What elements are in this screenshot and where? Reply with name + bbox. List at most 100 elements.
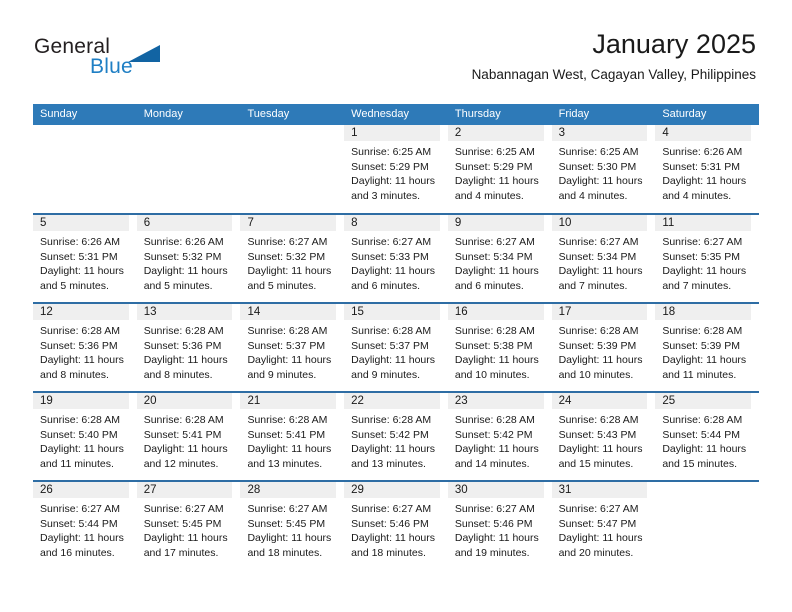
sunrise-text: Sunrise: 6:28 AM bbox=[351, 414, 432, 426]
sunrise-text: Sunrise: 6:27 AM bbox=[143, 503, 224, 515]
day-sun-info: Sunrise: 6:28 AM Sunset: 5:38 PM Daylight:… bbox=[448, 320, 548, 382]
calendar-week-row: 5 Sunrise: 6:26 AM Sunset: 5:31 PM Daylight… bbox=[33, 213, 759, 302]
day-number: 18 bbox=[662, 306, 676, 318]
day-number-band bbox=[447, 125, 544, 141]
sunrise-text: Sunrise: 6:27 AM bbox=[247, 503, 328, 515]
daylight-text-line2: and 18 minutes. bbox=[351, 546, 426, 559]
daylight-text-line2: and 11 minutes. bbox=[662, 368, 737, 381]
day-number: 17 bbox=[558, 306, 572, 318]
day-number: 6 bbox=[143, 217, 151, 229]
calendar-grid: Sunday Monday Tuesday Wednesday Thursday Frid… bbox=[33, 104, 759, 569]
day-sun-info: Sunrise: 6:27 AM Sunset: 5:33 PM Daylight:… bbox=[344, 231, 444, 293]
weekday-header-row: Sunday Monday Tuesday Wednesday Thursday Frid… bbox=[33, 104, 759, 125]
sunset-text: Sunset: 5:36 PM bbox=[143, 339, 222, 352]
calendar-day-cell[interactable]: 23 Sunrise: 6:28 AM Sunset: 5:42 PM Dayligh… bbox=[447, 393, 552, 480]
calendar-day-cell[interactable]: 31 Sunrise: 6:27 AM Sunset: 5:47 PM Dayligh… bbox=[551, 482, 656, 569]
day-sun-info: Sunrise: 6:27 AM Sunset: 5:34 PM Daylight:… bbox=[552, 231, 652, 293]
day-number-band bbox=[240, 215, 337, 231]
calendar-day-cell[interactable]: 24 Sunrise: 6:28 AM Sunset: 5:43 PM Dayligh… bbox=[551, 393, 656, 480]
day-number: 2 bbox=[454, 127, 462, 139]
day-number: 23 bbox=[454, 395, 468, 407]
daylight-text-line1: Daylight: 11 hours bbox=[351, 265, 436, 278]
day-sun-info: Sunrise: 6:27 AM Sunset: 5:46 PM Daylight:… bbox=[344, 498, 444, 560]
sunset-text: Sunset: 5:33 PM bbox=[351, 250, 429, 263]
calendar-day-cell[interactable]: 2 Sunrise: 6:25 AM Sunset: 5:29 PM Daylight… bbox=[447, 125, 552, 213]
daylight-text-line1: Daylight: 11 hours bbox=[143, 265, 228, 278]
calendar-day-cell[interactable]: 10 Sunrise: 6:27 AM Sunset: 5:34 PM Dayligh… bbox=[551, 215, 656, 302]
daylight-text-line1: Daylight: 11 hours bbox=[351, 532, 436, 545]
daylight-text-line1: Daylight: 11 hours bbox=[558, 175, 643, 188]
sunset-text: Sunset: 5:30 PM bbox=[558, 160, 637, 173]
daylight-text-line1: Daylight: 11 hours bbox=[454, 265, 539, 278]
calendar-day-cell[interactable]: 15 Sunrise: 6:28 AM Sunset: 5:37 PM Dayligh… bbox=[344, 304, 448, 391]
daylight-text-line2: and 6 minutes. bbox=[454, 279, 524, 292]
calendar-day-cell[interactable]: 25 Sunrise: 6:28 AM Sunset: 5:44 PM Dayligh… bbox=[655, 393, 759, 480]
day-number-band bbox=[33, 125, 129, 141]
calendar-day-cell[interactable]: 9 Sunrise: 6:27 AM Sunset: 5:34 PM Daylight… bbox=[447, 215, 552, 302]
calendar-day-cell[interactable]: 1 Sunrise: 6:25 AM Sunset: 5:29 PM Daylight… bbox=[344, 125, 448, 213]
calendar-day-cell[interactable]: 6 Sunrise: 6:26 AM Sunset: 5:32 PM Daylight… bbox=[136, 215, 241, 302]
calendar-day-cell[interactable]: 13 Sunrise: 6:28 AM Sunset: 5:36 PM Dayligh… bbox=[136, 304, 241, 391]
day-number: 15 bbox=[351, 306, 364, 318]
calendar-day-cell[interactable]: 8 Sunrise: 6:27 AM Sunset: 5:33 PM Daylight… bbox=[344, 215, 448, 302]
calendar-day-cell[interactable]: 27 Sunrise: 6:27 AM Sunset: 5:45 PM Dayligh… bbox=[136, 482, 241, 569]
sunrise-text: Sunrise: 6:28 AM bbox=[247, 414, 328, 426]
sunrise-text: Sunrise: 6:28 AM bbox=[454, 414, 535, 426]
sunrise-text: Sunrise: 6:26 AM bbox=[40, 236, 120, 248]
calendar-day-cell[interactable]: 17 Sunrise: 6:28 AM Sunset: 5:39 PM Dayligh… bbox=[551, 304, 656, 391]
day-number-band bbox=[655, 482, 751, 498]
sunset-text: Sunset: 5:35 PM bbox=[662, 250, 740, 263]
calendar-day-cell[interactable]: 26 Sunrise: 6:27 AM Sunset: 5:44 PM Dayligh… bbox=[33, 482, 137, 569]
day-number: 9 bbox=[454, 217, 462, 229]
sunset-text: Sunset: 5:31 PM bbox=[662, 160, 740, 173]
daylight-text-line1: Daylight: 11 hours bbox=[662, 175, 747, 188]
daylight-text-line2: and 13 minutes. bbox=[351, 457, 426, 470]
calendar-week-row: 19 Sunrise: 6:28 AM Sunset: 5:40 PM Dayligh… bbox=[33, 391, 759, 480]
day-number: 7 bbox=[247, 217, 254, 229]
sunrise-text: Sunrise: 6:28 AM bbox=[40, 325, 120, 337]
sunset-text: Sunset: 5:36 PM bbox=[40, 339, 118, 352]
calendar-day-cell[interactable]: 28 Sunrise: 6:27 AM Sunset: 5:45 PM Dayligh… bbox=[240, 482, 344, 569]
daylight-text-line1: Daylight: 11 hours bbox=[247, 354, 332, 367]
sunrise-text: Sunrise: 6:28 AM bbox=[454, 325, 535, 337]
day-sun-info: Sunrise: 6:28 AM Sunset: 5:39 PM Daylight:… bbox=[552, 320, 652, 382]
calendar-day-cell[interactable]: 20 Sunrise: 6:28 AM Sunset: 5:41 PM Dayligh… bbox=[136, 393, 241, 480]
sunset-text: Sunset: 5:43 PM bbox=[558, 428, 637, 441]
calendar-day-cell[interactable]: 19 Sunrise: 6:28 AM Sunset: 5:40 PM Dayligh… bbox=[33, 393, 137, 480]
day-number: 11 bbox=[662, 217, 675, 229]
daylight-text-line1: Daylight: 11 hours bbox=[454, 532, 539, 545]
calendar-day-cell[interactable]: 5 Sunrise: 6:26 AM Sunset: 5:31 PM Daylight… bbox=[33, 215, 137, 302]
day-number: 26 bbox=[40, 484, 53, 496]
weekday-header-tuesday: Tuesday bbox=[247, 108, 290, 120]
calendar-day-cell[interactable]: 30 Sunrise: 6:27 AM Sunset: 5:46 PM Dayligh… bbox=[447, 482, 552, 569]
day-sun-info: Sunrise: 6:28 AM Sunset: 5:42 PM Daylight:… bbox=[344, 409, 444, 471]
calendar-day-cell[interactable]: 14 Sunrise: 6:28 AM Sunset: 5:37 PM Dayligh… bbox=[240, 304, 344, 391]
daylight-text-line2: and 14 minutes. bbox=[454, 457, 530, 470]
sunrise-text: Sunrise: 6:27 AM bbox=[558, 236, 639, 248]
sunrise-text: Sunrise: 6:28 AM bbox=[351, 325, 432, 337]
calendar-day-cell[interactable]: 29 Sunrise: 6:27 AM Sunset: 5:46 PM Dayligh… bbox=[344, 482, 448, 569]
sunrise-text: Sunrise: 6:28 AM bbox=[662, 325, 743, 337]
calendar-day-cell[interactable]: 4 Sunrise: 6:26 AM Sunset: 5:31 PM Daylight… bbox=[655, 125, 759, 213]
day-number-band bbox=[240, 125, 336, 141]
day-sun-info: Sunrise: 6:28 AM Sunset: 5:42 PM Daylight:… bbox=[448, 409, 548, 471]
daylight-text-line2: and 20 minutes. bbox=[558, 546, 634, 559]
calendar-day-cell[interactable]: 12 Sunrise: 6:28 AM Sunset: 5:36 PM Dayligh… bbox=[33, 304, 137, 391]
calendar-day-cell[interactable]: 7 Sunrise: 6:27 AM Sunset: 5:32 PM Daylight… bbox=[240, 215, 344, 302]
calendar-day-cell-empty bbox=[240, 125, 344, 213]
day-sun-info: Sunrise: 6:27 AM Sunset: 5:47 PM Daylight:… bbox=[552, 498, 652, 560]
calendar-day-cell[interactable]: 16 Sunrise: 6:28 AM Sunset: 5:38 PM Dayligh… bbox=[447, 304, 552, 391]
day-sun-info: Sunrise: 6:26 AM Sunset: 5:31 PM Daylight:… bbox=[655, 141, 755, 203]
sunrise-text: Sunrise: 6:26 AM bbox=[143, 236, 224, 248]
calendar-day-cell[interactable]: 18 Sunrise: 6:28 AM Sunset: 5:39 PM Dayligh… bbox=[655, 304, 759, 391]
calendar-day-cell[interactable]: 3 Sunrise: 6:25 AM Sunset: 5:30 PM Daylight… bbox=[551, 125, 656, 213]
calendar-day-cell[interactable]: 22 Sunrise: 6:28 AM Sunset: 5:42 PM Dayligh… bbox=[344, 393, 448, 480]
sunrise-text: Sunrise: 6:28 AM bbox=[558, 414, 639, 426]
daylight-text-line2: and 18 minutes. bbox=[247, 546, 323, 559]
day-number: 3 bbox=[558, 127, 565, 139]
day-number: 13 bbox=[143, 306, 157, 318]
calendar-day-cell[interactable]: 21 Sunrise: 6:28 AM Sunset: 5:41 PM Dayligh… bbox=[240, 393, 344, 480]
calendar-week-row: 1 Sunrise: 6:25 AM Sunset: 5:29 PM Daylight… bbox=[33, 125, 759, 213]
calendar-day-cell[interactable]: 11 Sunrise: 6:27 AM Sunset: 5:35 PM Dayligh… bbox=[655, 215, 759, 302]
daylight-text-line2: and 5 minutes. bbox=[143, 279, 213, 292]
